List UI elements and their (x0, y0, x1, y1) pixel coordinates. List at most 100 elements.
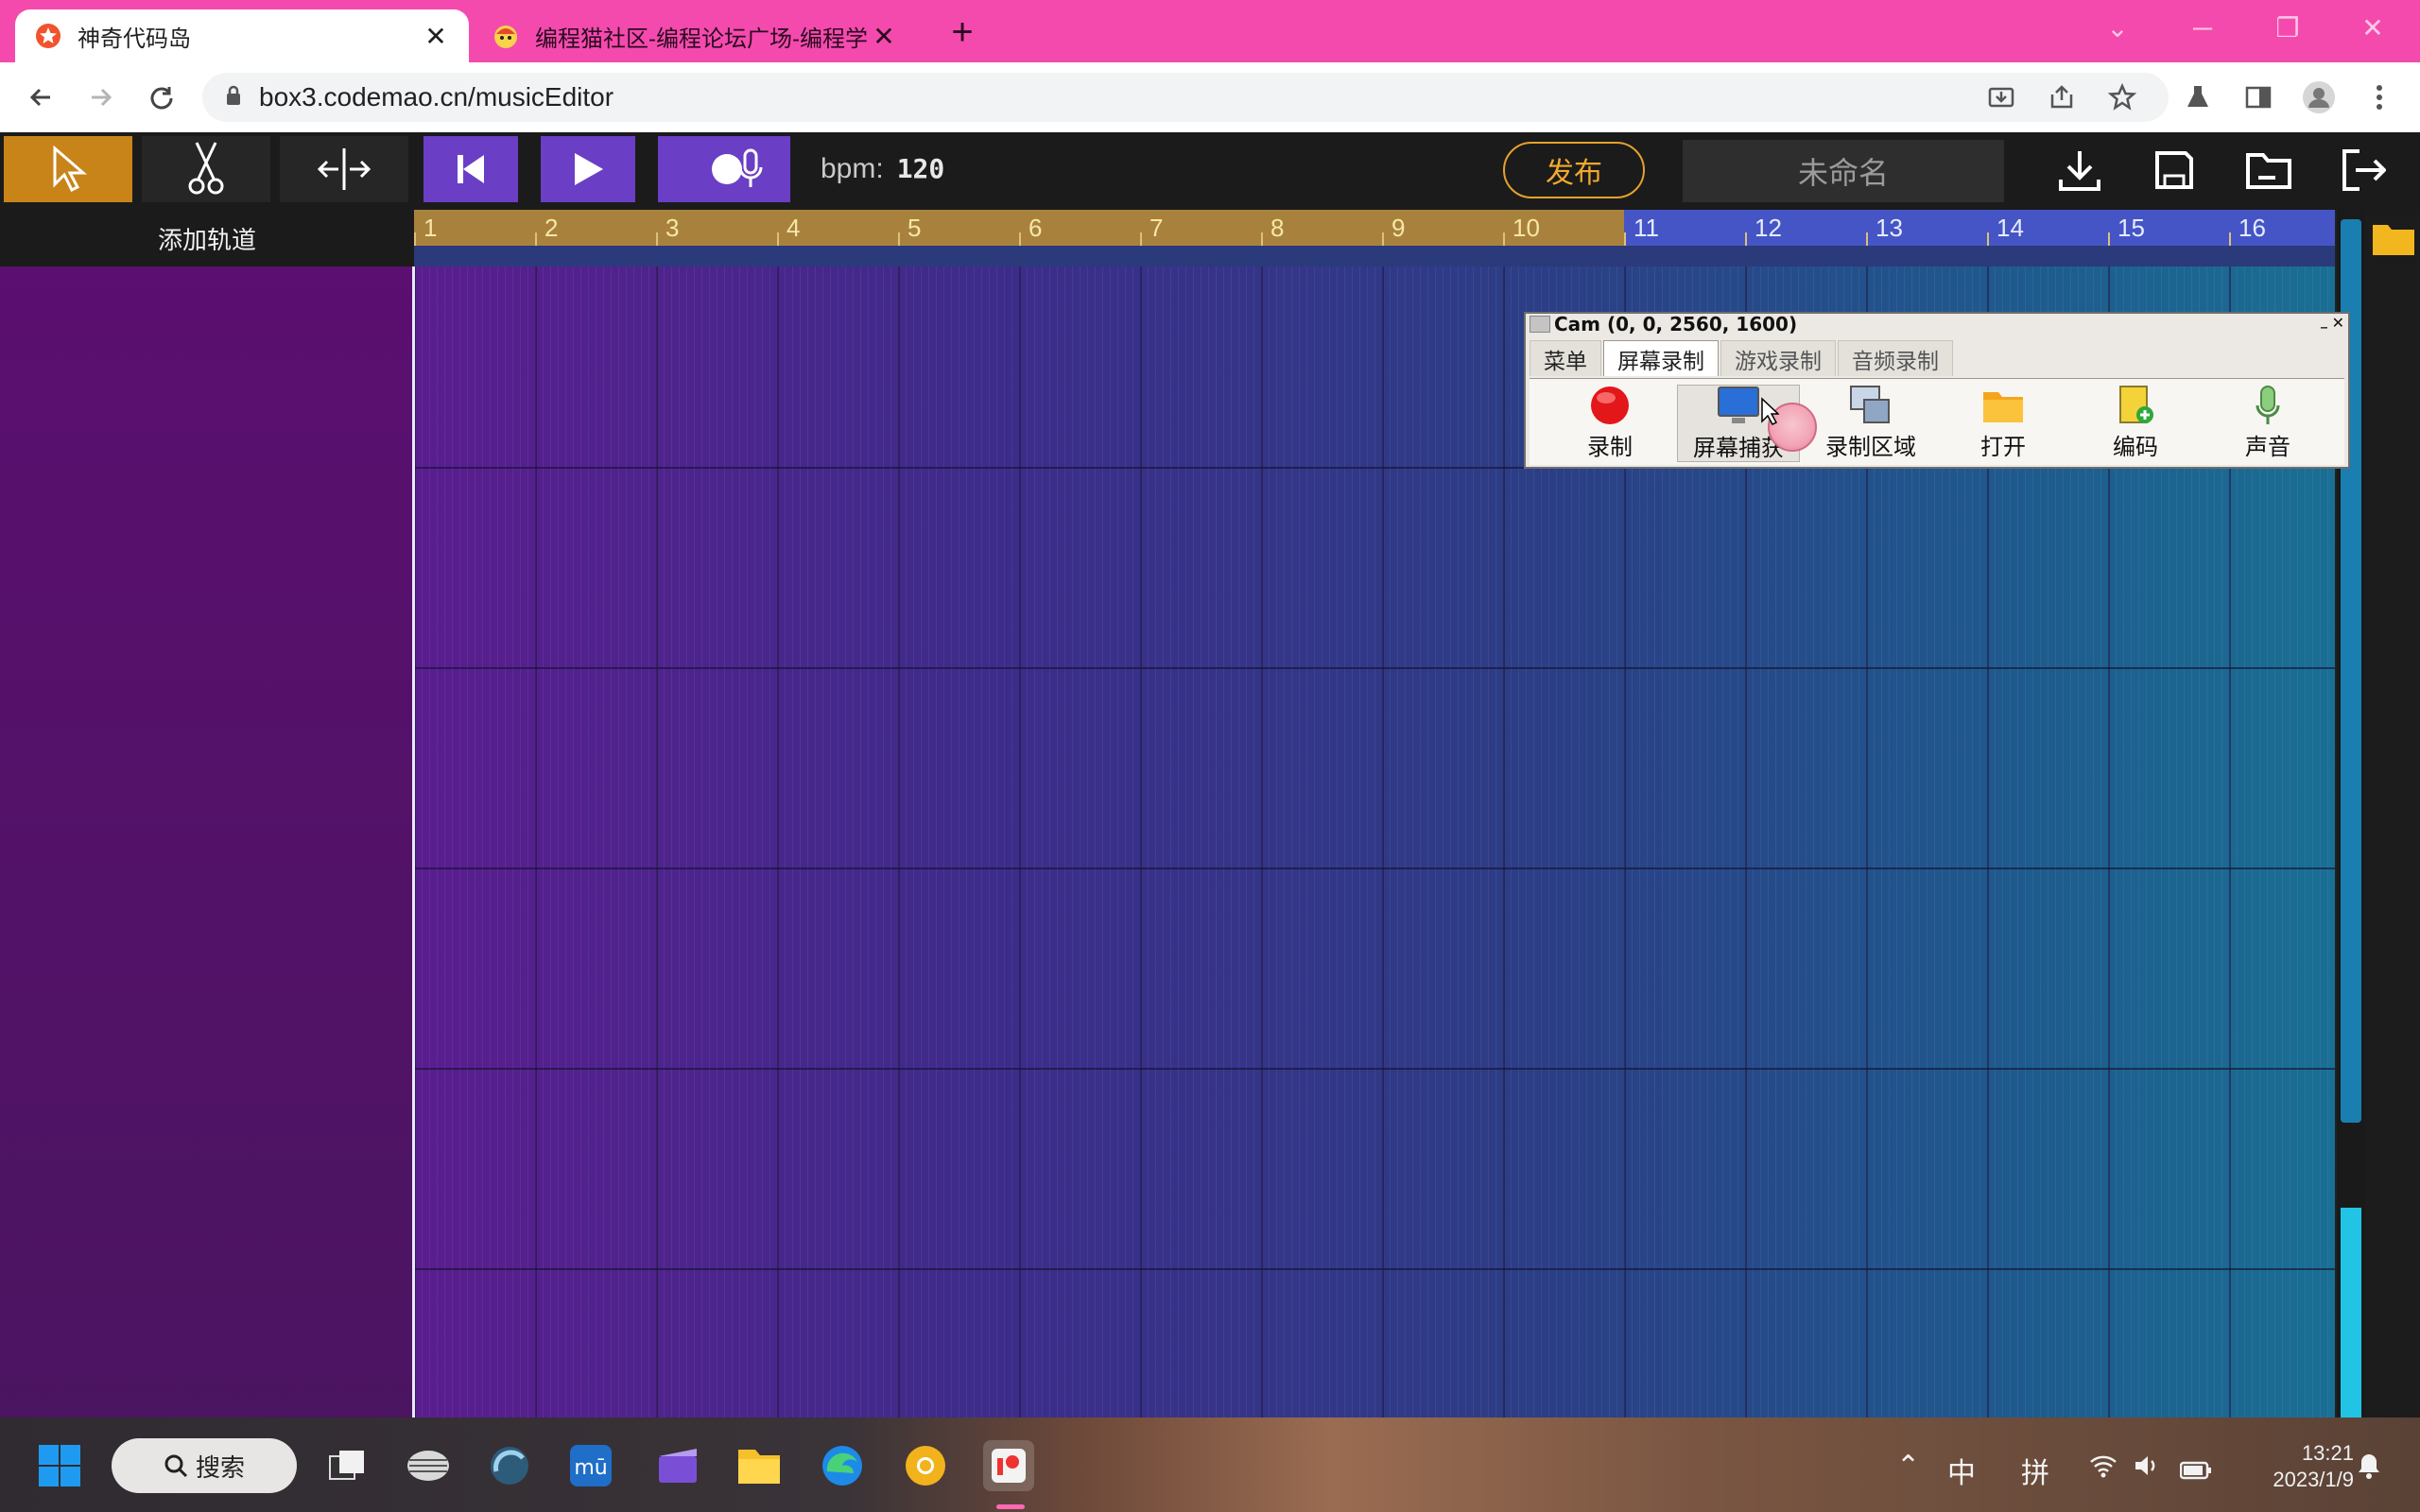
close-tab-icon[interactable]: ✕ (870, 21, 898, 52)
chrome-icon[interactable] (900, 1440, 951, 1491)
cam-record-button[interactable]: 录制 (1548, 385, 1671, 462)
split-tool-button[interactable] (280, 136, 408, 202)
grid-bar-line (656, 266, 658, 1480)
cam-tab-audio-record[interactable]: 音频录制 (1838, 340, 1953, 376)
ruler-bar-number: 2 (544, 214, 559, 242)
browser-menu-icon[interactable] (2360, 77, 2399, 117)
ime-language-indicator[interactable]: 中 (1947, 1450, 1976, 1491)
cam-title-bar[interactable]: Cam (0, 0, 2560, 1600) _ ✕ (1526, 313, 2348, 335)
cam-encode-button[interactable]: 编码 (2074, 385, 2197, 462)
codemao-star-icon (34, 22, 62, 50)
ruler-tick (1261, 232, 1263, 246)
save-button[interactable] (2146, 142, 2203, 198)
close-tab-icon[interactable]: ✕ (422, 21, 450, 52)
search-icon (164, 1454, 188, 1478)
back-arrow-icon[interactable] (21, 77, 60, 117)
reload-icon[interactable] (142, 77, 182, 117)
pointer-icon (53, 145, 88, 193)
add-track-button[interactable]: 添加轨道 (0, 210, 414, 266)
cam-close-icon[interactable]: ✕ (2332, 314, 2344, 332)
clock-time: 13:21 (2301, 1441, 2354, 1465)
ruler-tick (1987, 232, 1989, 246)
active-app-indicator (996, 1504, 1025, 1509)
cam-sound-button[interactable]: 声音 (2206, 385, 2329, 462)
tab-title: 神奇代码岛 (78, 26, 191, 52)
tab-codemao-community[interactable]: 编程猫社区-编程论坛广场-编程学 ✕ (473, 9, 917, 62)
profile-avatar-icon[interactable] (2299, 77, 2339, 117)
side-panel-icon[interactable] (2238, 77, 2278, 117)
new-tab-button[interactable]: + (943, 11, 981, 54)
share-icon[interactable] (2042, 77, 2082, 117)
clipchamp-icon[interactable] (652, 1440, 703, 1491)
cut-tool-button[interactable] (142, 136, 270, 202)
cam-tab-menu[interactable]: 菜单 (1530, 340, 1601, 376)
cam-toolbar: 录制 屏幕捕获 录制区域 打开 编码 声音 (1530, 378, 2344, 465)
notification-bell-icon[interactable] (2356, 1452, 2382, 1487)
task-view-icon[interactable] (321, 1440, 372, 1491)
battery-icon[interactable] (2179, 1455, 2212, 1487)
tray-overflow-chevron-icon[interactable]: ⌃ (1896, 1450, 1920, 1483)
screen-recorder-taskbar-icon[interactable] (983, 1440, 1034, 1491)
cam-button-label: 打开 (1980, 434, 2026, 460)
musescore-icon[interactable]: mū (565, 1440, 616, 1491)
editor-toolbar: bpm: 120 发布 未命名 (0, 132, 2420, 210)
ime-mode-indicator[interactable]: 拼 (2021, 1450, 2049, 1491)
install-app-icon[interactable] (1981, 77, 2021, 117)
cam-button-label: 录制区域 (1825, 434, 1916, 460)
mouse-cursor-icon (1760, 397, 1780, 430)
play-button[interactable] (541, 136, 635, 202)
speaker-icon[interactable] (2133, 1453, 2159, 1486)
cam-record-region-button[interactable]: 录制区域 (1809, 385, 1932, 462)
playhead[interactable] (412, 266, 415, 1482)
skip-back-icon (458, 155, 484, 183)
publish-button[interactable]: 发布 (1503, 142, 1645, 198)
bpm-value[interactable]: 120 (897, 153, 945, 184)
windows-start-icon[interactable] (34, 1440, 85, 1491)
cam-tab-screen-record[interactable]: 屏幕录制 (1603, 340, 1719, 376)
tab-search-chevron-icon[interactable]: ⌄ (2089, 8, 2146, 49)
download-icon (2059, 151, 2100, 191)
project-name-field[interactable]: 未命名 (1683, 140, 2004, 202)
side-folder-icon[interactable] (2371, 221, 2416, 262)
close-window-button[interactable]: ✕ (2344, 8, 2401, 49)
wifi-icon[interactable] (2089, 1453, 2118, 1486)
tab-shenqi-daimadao[interactable]: 神奇代码岛 ✕ (15, 9, 469, 62)
timeline-ruler[interactable]: 1 2 3 4 5 6 7 8 9 10 11 12 13 14 15 16 (414, 210, 2335, 246)
ruler-tick (2108, 232, 2110, 246)
address-bar[interactable]: box3.codemao.cn/musicEditor (202, 73, 2169, 122)
cam-title: Cam (0, 0, 2560, 1600) (1554, 313, 1798, 335)
file-explorer-icon[interactable] (734, 1440, 785, 1491)
ruler-bar-number: 6 (1028, 214, 1043, 242)
open-folder-button[interactable] (2240, 142, 2297, 198)
widgets-icon[interactable] (403, 1440, 454, 1491)
edge-browser-icon[interactable] (817, 1440, 868, 1491)
bookmark-star-icon[interactable] (2102, 77, 2142, 117)
cam-minimize-icon[interactable]: _ (2321, 314, 2327, 329)
ruler-tick (1745, 232, 1747, 246)
labs-flask-icon[interactable] (2178, 77, 2218, 117)
cam-open-button[interactable]: 打开 (1942, 385, 2065, 462)
cam-tab-game-record[interactable]: 游戏录制 (1720, 340, 1836, 376)
select-tool-button[interactable] (4, 136, 132, 202)
ruler-bar-number: 9 (1392, 214, 1406, 242)
ruler-tick (1624, 232, 1626, 246)
restore-window-button[interactable]: ❐ (2259, 8, 2316, 49)
grid-bar-line (1140, 266, 1142, 1480)
forward-arrow-icon[interactable] (81, 77, 121, 117)
browser-edge-dev-icon[interactable] (484, 1440, 535, 1491)
download-button[interactable] (2051, 142, 2108, 198)
save-icon (2155, 151, 2193, 189)
ruler-subbar (414, 246, 2335, 266)
play-icon (575, 153, 603, 185)
minimize-window-button[interactable]: ─ (2174, 8, 2231, 49)
record-button[interactable] (658, 136, 790, 202)
cam-button-label: 录制 (1587, 434, 1633, 460)
ruler-bar-number: 11 (1634, 214, 1659, 242)
taskbar-search-box[interactable]: 搜索 (112, 1438, 297, 1493)
grid-bar-line (777, 266, 779, 1480)
exit-button[interactable] (2335, 142, 2392, 198)
ruler-bar-number: 4 (786, 214, 801, 242)
ruler-bar-number: 15 (2118, 214, 2145, 242)
taskbar-clock[interactable]: 13:21 2023/1/9 (2240, 1440, 2354, 1493)
skip-to-start-button[interactable] (424, 136, 518, 202)
